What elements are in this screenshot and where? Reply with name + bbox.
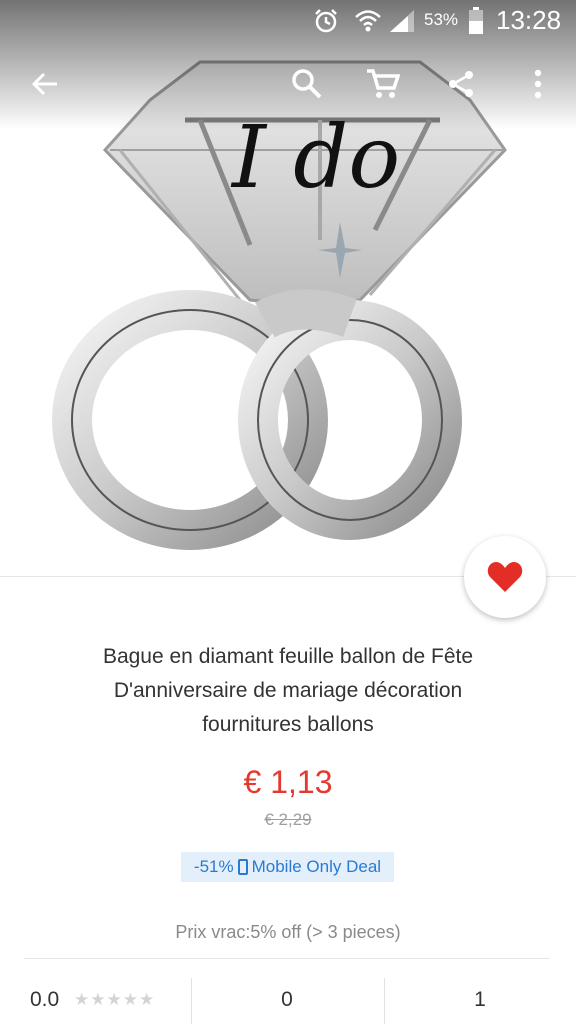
search-button[interactable] — [279, 56, 335, 112]
battery-percent: 53% — [424, 10, 459, 29]
section-divider — [24, 958, 550, 959]
more-options-button[interactable] — [510, 56, 566, 112]
share-icon — [449, 71, 473, 97]
product-title-line: Bague en diamant feuille ballon de Fête — [102, 645, 474, 668]
stat-count-3[interactable]: 1 — [450, 988, 510, 1012]
signal-icon — [388, 8, 416, 39]
stat-count-2[interactable]: 0 — [257, 988, 317, 1012]
product-stats-row: 0.0 ★★★★★ 0 1 — [0, 976, 576, 1024]
mobile-phone-icon — [237, 859, 248, 875]
heart-icon — [487, 562, 523, 592]
search-icon — [292, 69, 322, 99]
clock: 13:28 — [496, 5, 562, 35]
deal-label: Mobile Only Deal — [251, 857, 382, 876]
original-price: € 2,29 — [264, 810, 312, 829]
product-title-line: D'anniversaire de mariage décoration — [113, 679, 463, 702]
mobile-deal-badge: -51% Mobile Only Deal — [181, 852, 394, 882]
more-vert-icon — [534, 69, 542, 99]
alarm-icon — [312, 8, 340, 39]
discount-percent: -51% — [193, 857, 234, 876]
back-arrow-icon — [31, 72, 57, 96]
current-price: € 1,13 — [243, 764, 333, 800]
battery-icon — [468, 7, 484, 40]
wishlist-button[interactable] — [464, 536, 546, 618]
cart-button[interactable] — [355, 56, 411, 112]
status-bar: 53% 13:28 — [0, 0, 576, 42]
product-title-line: fournitures ballons — [202, 713, 374, 736]
stat-separator — [191, 978, 192, 1024]
stat-separator — [384, 978, 385, 1024]
bulk-price-info: Prix vrac:5% off (> 3 pieces) — [175, 922, 401, 942]
share-button[interactable] — [433, 56, 489, 112]
product-title: Bague en diamant feuille ballon de Fête … — [40, 640, 536, 742]
cart-icon — [367, 69, 400, 98]
top-action-bar — [0, 56, 576, 116]
wifi-icon — [354, 8, 382, 39]
star-rating-icon: ★★★★★ — [74, 990, 156, 1009]
rating-value[interactable]: 0.0 — [30, 988, 59, 1012]
back-button[interactable] — [17, 56, 73, 112]
